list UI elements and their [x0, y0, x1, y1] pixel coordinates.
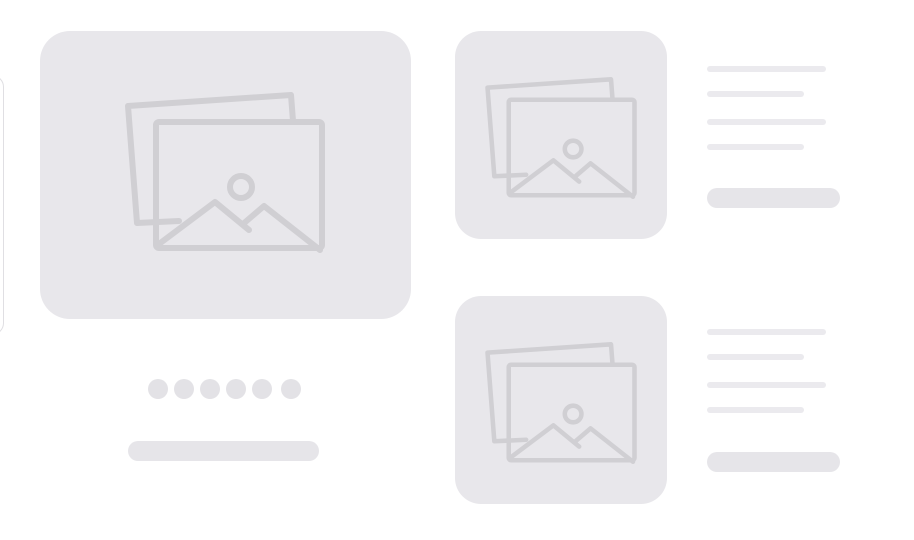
list-item-1-button-placeholder[interactable] [707, 188, 840, 208]
list-item-2-text-line [707, 329, 826, 335]
list-item-2-thumbnail[interactable] [455, 296, 667, 504]
list-item-2-text-line [707, 407, 804, 413]
carousel-dot[interactable] [281, 379, 301, 399]
featured-caption-placeholder [128, 441, 319, 461]
image-placeholder-icon [485, 74, 637, 199]
list-item-1-text-line [707, 119, 826, 125]
list-item-1-text-line [707, 144, 804, 150]
carousel-dot[interactable] [226, 379, 246, 399]
list-item-2-text-line [707, 382, 826, 388]
featured-image-card[interactable] [40, 31, 411, 319]
carousel-dot[interactable] [200, 379, 220, 399]
list-item-2-text-line [707, 354, 804, 360]
image-placeholder-icon [125, 88, 325, 253]
previous-card-edge[interactable] [0, 75, 4, 335]
list-item-1-text-line [707, 91, 804, 97]
carousel-dot[interactable] [174, 379, 194, 399]
list-item-1-text-line [707, 66, 826, 72]
carousel-dot[interactable] [148, 379, 168, 399]
image-placeholder-icon [485, 339, 637, 464]
list-item-2-button-placeholder[interactable] [707, 452, 840, 472]
carousel-dot[interactable] [252, 379, 272, 399]
list-item-1-thumbnail[interactable] [455, 31, 667, 239]
